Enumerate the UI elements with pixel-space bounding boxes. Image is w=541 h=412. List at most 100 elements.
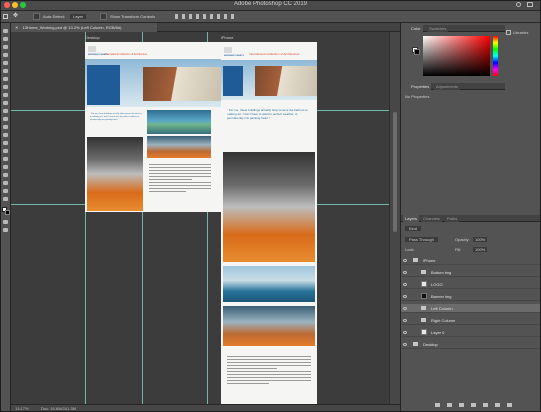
tab-paths[interactable]: Paths: [445, 215, 460, 222]
path-select-tool-icon[interactable]: [3, 165, 8, 169]
layer-filter-dropdown[interactable]: Kind: [405, 226, 422, 231]
visibility-eye-icon[interactable]: [403, 259, 407, 262]
adjustment-layer-icon[interactable]: [471, 403, 476, 407]
visibility-eye-icon[interactable]: [403, 295, 407, 298]
layer-thumbnail: [421, 329, 427, 335]
auto-select-checkbox[interactable]: [33, 13, 40, 20]
close-tab-icon[interactable]: ✕: [15, 25, 18, 30]
libraries-icon[interactable]: [506, 30, 511, 35]
home-icon[interactable]: [3, 14, 8, 19]
document-tab[interactable]: ✕ 13Home_Working.psd @ 13.2% (Left Colum…: [11, 23, 157, 32]
tab-adjustments[interactable]: Adjustments: [434, 83, 461, 90]
new-group-icon[interactable]: [483, 403, 488, 407]
visibility-eye-icon[interactable]: [403, 271, 407, 274]
link-layers-icon[interactable]: [435, 403, 440, 407]
hand-tool-icon[interactable]: [3, 181, 8, 185]
layer-name: LOGO: [431, 282, 443, 287]
visibility-eye-icon[interactable]: [403, 319, 407, 322]
crop-tool-icon[interactable]: [3, 61, 8, 65]
layer-style-icon[interactable]: [447, 403, 452, 407]
vertical-scrollbar[interactable]: [389, 32, 400, 404]
quick-select-tool-icon[interactable]: [3, 53, 8, 57]
layer-name: Left Column: [431, 306, 453, 311]
zoom-level[interactable]: 13.17%: [15, 406, 29, 411]
align-buttons[interactable]: [175, 14, 235, 19]
hue-slider[interactable]: [493, 36, 498, 76]
transform-controls-checkbox[interactable]: [100, 13, 107, 20]
add-mask-icon[interactable]: [459, 403, 464, 407]
background-color-swatch[interactable]: [414, 49, 420, 55]
layer-name: Banner img: [431, 294, 452, 299]
edit-toolbar-icon[interactable]: [3, 197, 8, 201]
layer-list: iPhone Bottom img LOGO Banner img Left Colum…: [401, 256, 541, 386]
pen-tool-icon[interactable]: [3, 149, 8, 153]
layer-row[interactable]: LOGO: [401, 280, 541, 289]
background-color-swatch[interactable]: [5, 210, 10, 215]
tab-properties[interactable]: Properties: [409, 83, 432, 90]
document-canvas[interactable]: Desktop MERIDIAN PLANETS International C…: [11, 32, 389, 404]
type-tool-icon[interactable]: [3, 157, 8, 161]
fill-value[interactable]: 100%: [473, 247, 488, 252]
brand-name: MERIDIAN PLANETS: [224, 55, 244, 57]
no-properties-text: No Properties: [405, 94, 430, 99]
blur-tool-icon[interactable]: [3, 133, 8, 137]
folder-icon: [421, 306, 426, 310]
scroll-thumb[interactable]: [393, 112, 397, 232]
document-info[interactable]: Doc: 16.6M/241.3M: [41, 406, 76, 411]
layer-row[interactable]: Left Column: [401, 304, 541, 313]
lasso-tool-icon[interactable]: [3, 45, 8, 49]
new-layer-icon[interactable]: [495, 403, 500, 407]
layers-panel-header: Layers Channels Paths: [401, 215, 541, 222]
tab-channels[interactable]: Channels: [421, 215, 442, 222]
move-tool-icon[interactable]: ✥: [13, 13, 18, 19]
eyedropper-tool-icon[interactable]: [3, 77, 8, 81]
visibility-eye-icon[interactable]: [403, 343, 407, 346]
gradient-tool-icon[interactable]: [3, 125, 8, 129]
dodge-tool-icon[interactable]: [3, 141, 8, 145]
clone-stamp-tool-icon[interactable]: [3, 101, 8, 105]
blend-mode-dropdown[interactable]: Pass Through: [405, 237, 438, 242]
visibility-eye-icon[interactable]: [403, 283, 407, 286]
layer-row[interactable]: Bottom img: [401, 268, 541, 277]
desktop-artboard[interactable]: MERIDIAN PLANETS International Collectio…: [85, 42, 221, 212]
status-bar: 13.17% Doc: 16.6M/241.3M: [11, 404, 400, 412]
search-icon[interactable]: [516, 2, 521, 7]
marquee-tool-icon[interactable]: [3, 37, 8, 41]
frame-tool-icon[interactable]: [3, 69, 8, 73]
healing-brush-tool-icon[interactable]: [3, 85, 8, 89]
color-picker-field[interactable]: [423, 36, 490, 76]
transform-controls-label: Show Transform Controls: [110, 14, 156, 19]
layer-row[interactable]: Banner img: [401, 292, 541, 301]
layer-row[interactable]: iPhone: [401, 256, 541, 265]
tab-layers[interactable]: Layers: [403, 215, 420, 222]
tab-swatches[interactable]: Swatches: [427, 25, 449, 32]
history-brush-tool-icon[interactable]: [3, 109, 8, 113]
banner-image: [85, 59, 221, 107]
layer-row[interactable]: Layer 0: [401, 328, 541, 337]
quick-mask-icon[interactable]: [3, 220, 8, 224]
trash-icon[interactable]: [507, 403, 512, 407]
opacity-value[interactable]: 100%: [473, 237, 488, 242]
fill-label: Fill:: [455, 247, 462, 252]
auto-select-dropdown[interactable]: Layer: [70, 14, 87, 19]
visibility-eye-icon[interactable]: [403, 307, 407, 310]
workspace-icon[interactable]: [527, 2, 533, 7]
zoom-tool-icon[interactable]: [3, 189, 8, 193]
shape-tool-icon[interactable]: [3, 173, 8, 177]
waterfront-photo: [147, 136, 211, 158]
tab-color[interactable]: Color: [409, 25, 423, 32]
brush-tool-icon[interactable]: [3, 93, 8, 97]
layer-row[interactable]: Right Column: [401, 316, 541, 325]
eraser-tool-icon[interactable]: [3, 117, 8, 121]
layer-row[interactable]: Desktop: [401, 340, 541, 349]
screen-mode-icon[interactable]: [3, 228, 8, 232]
body-text-block: [149, 162, 211, 210]
color-panel-header: Color Swatches: [409, 25, 505, 32]
iphone-artboard[interactable]: MERIDIAN PLANETS International Collectio…: [221, 42, 317, 404]
waterfront-photo: [223, 306, 315, 346]
iphone-artboard-label[interactable]: iPhone: [221, 35, 233, 40]
libraries-panel-button[interactable]: Libraries: [513, 30, 528, 35]
desktop-artboard-label[interactable]: Desktop: [85, 35, 100, 40]
move-tool-icon[interactable]: [3, 29, 8, 33]
visibility-eye-icon[interactable]: [403, 331, 407, 334]
